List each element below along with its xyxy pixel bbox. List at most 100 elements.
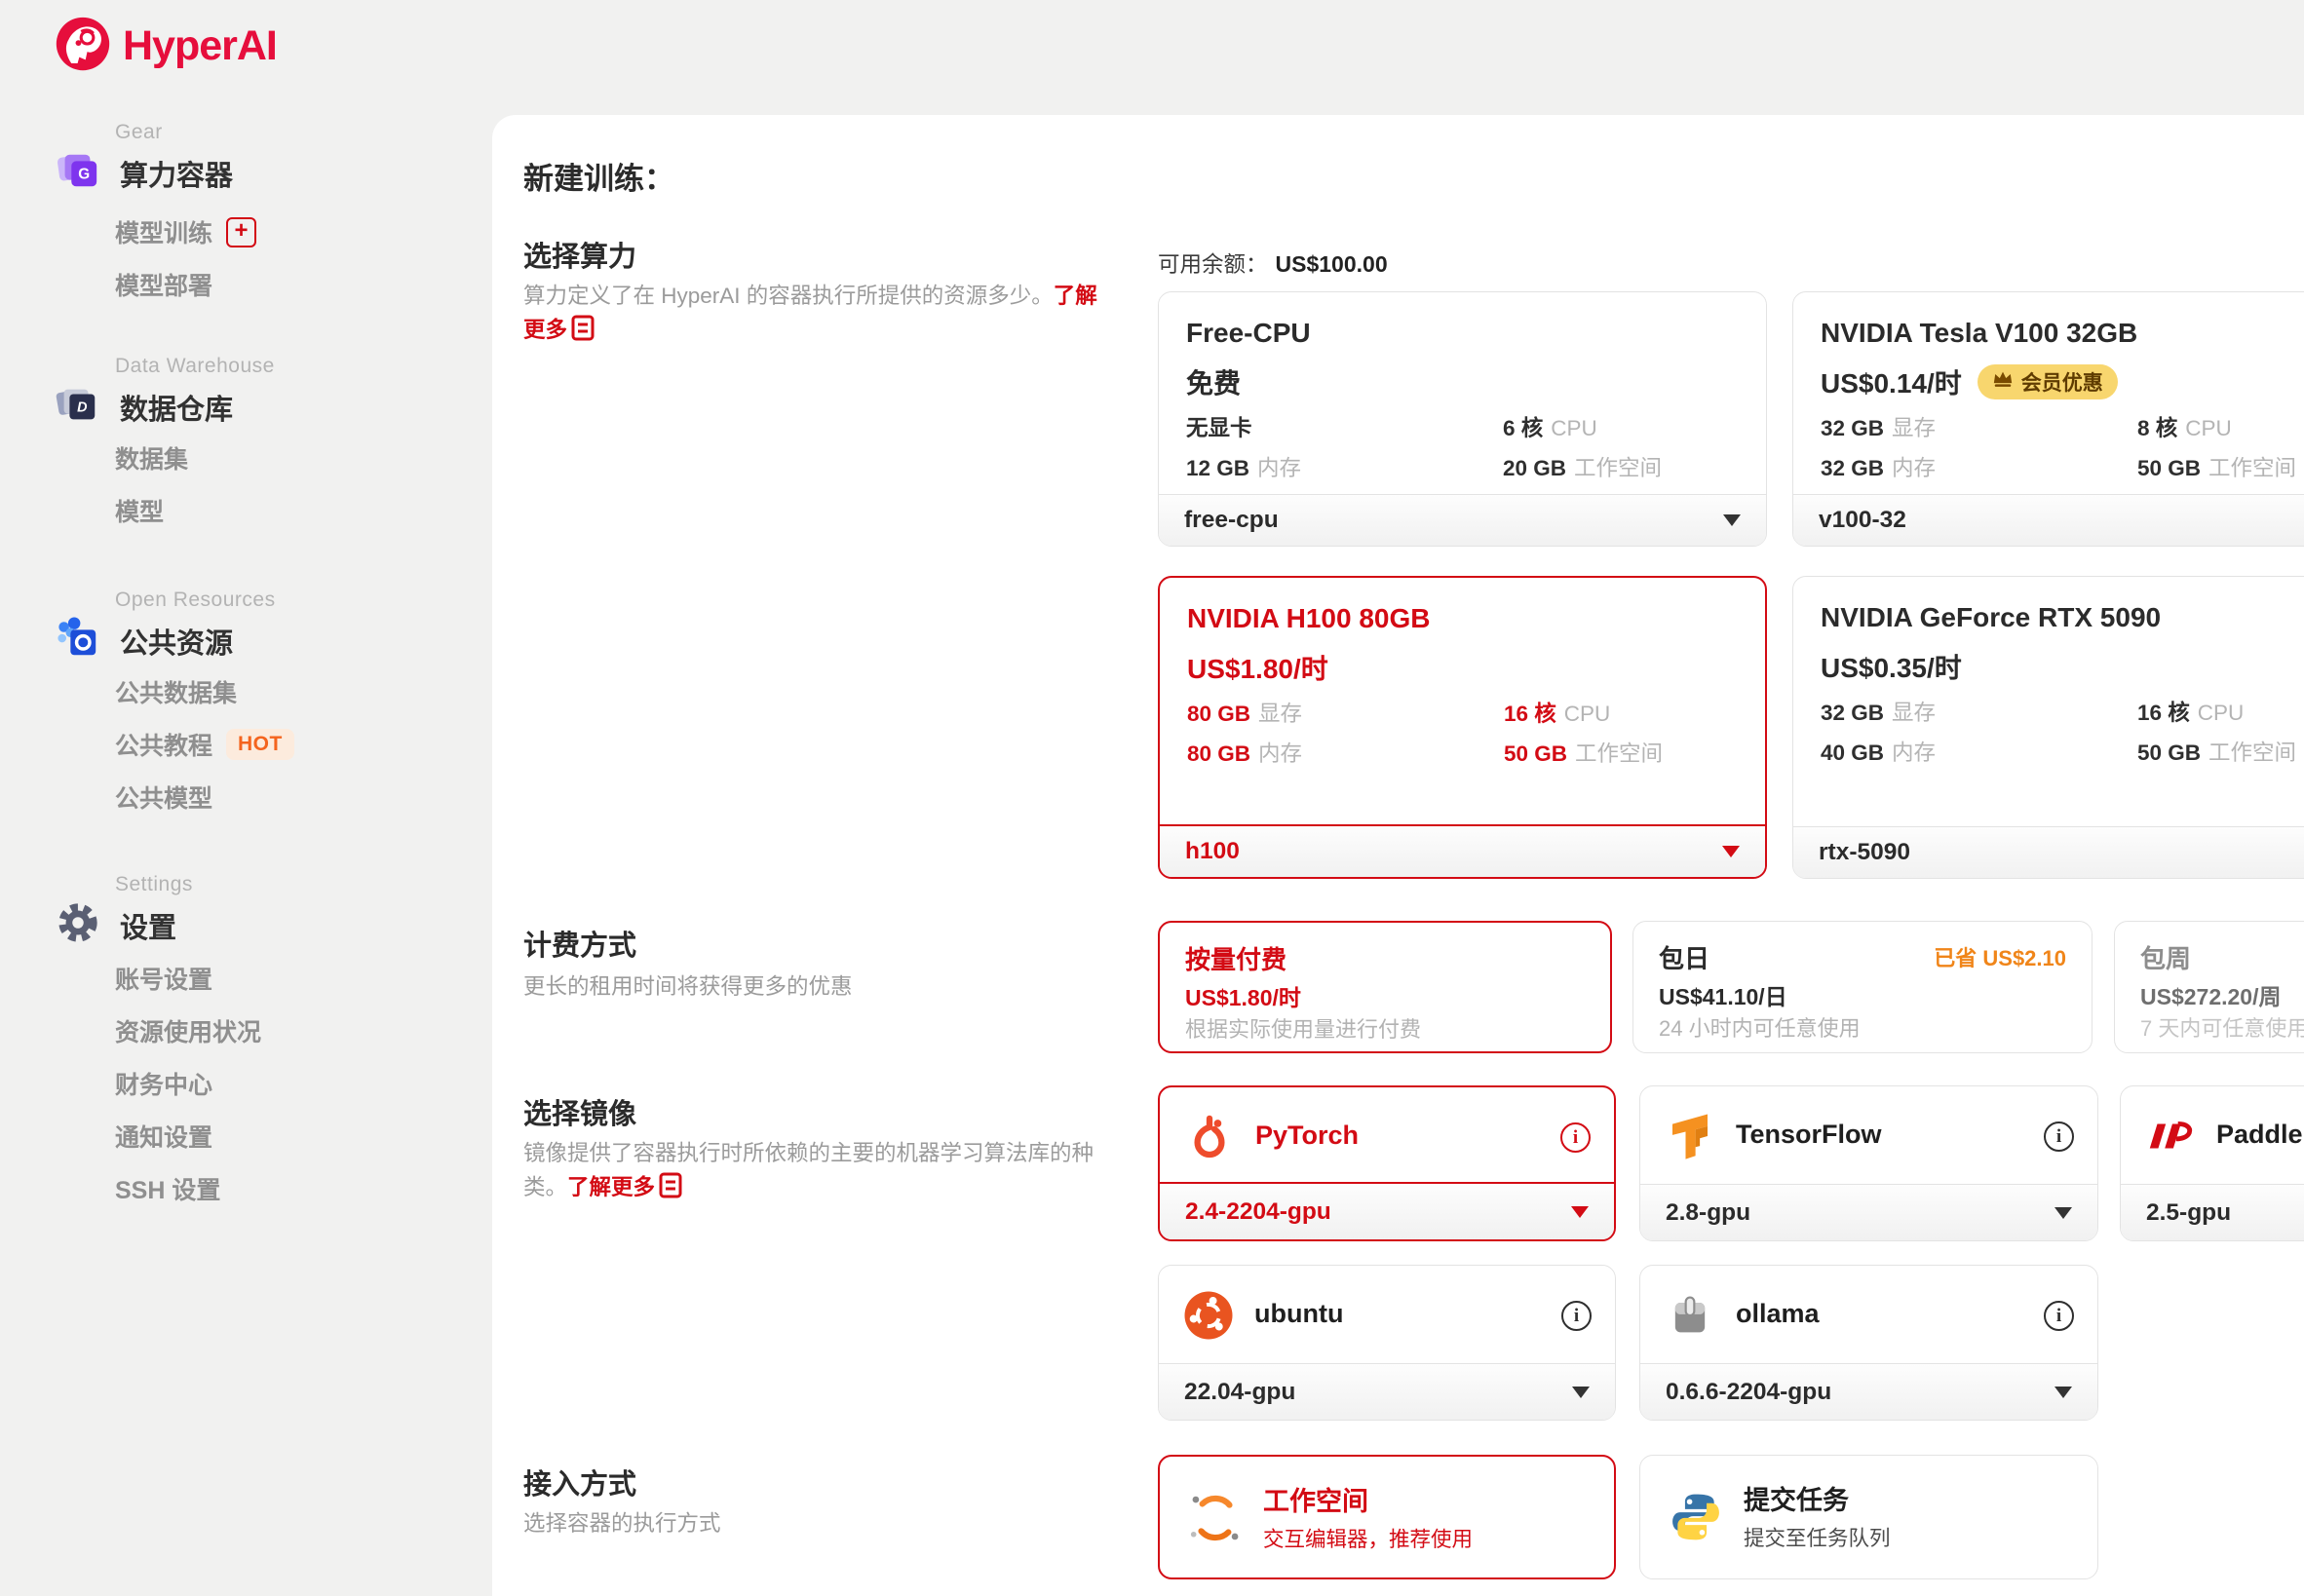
ollama-icon <box>1662 1287 1718 1344</box>
sidebar-item-public-resources[interactable]: 公共资源 <box>56 616 233 665</box>
member-badge-label: 会员优惠 <box>2021 367 2103 397</box>
billing-card-weekly-disabled[interactable]: 包周 US$272.20/周 7 天内可任意使用 <box>2114 921 2304 1053</box>
compute-container-icon: G <box>56 148 100 198</box>
billing-name: 按量付费 <box>1185 940 1286 976</box>
sidebar-item-account-settings[interactable]: 账号设置 <box>115 961 212 996</box>
gpu-name: Free-CPU <box>1186 318 1311 349</box>
sidebar-subitem-label: SSH 设置 <box>115 1171 220 1206</box>
spec-value: 80 GB <box>1187 702 1250 726</box>
paddle-icon <box>2142 1108 2199 1164</box>
sidebar-subitem-label: 资源使用状况 <box>115 1013 261 1048</box>
billing-card-pay-as-you-go-selected[interactable]: 按量付费 US$1.80/时 根据实际使用量进行付费 <box>1158 921 1612 1053</box>
spec-value: 50 GB <box>1504 741 1567 766</box>
sidebar-item-model-deploy[interactable]: 模型部署 <box>115 267 212 302</box>
image-card-ubuntu[interactable]: ubuntu 22.04-gpu <box>1158 1265 1616 1421</box>
member-discount-badge: 会员优惠 <box>1978 364 2118 399</box>
gpu-card-rtx-5090[interactable]: NVIDIA GeForce RTX 5090 US$0.35/时 32 GB 显… <box>1792 576 2304 879</box>
gpu-plan-dropdown[interactable]: rtx-5090 <box>1793 826 2304 878</box>
gpu-plan-dropdown[interactable]: v100-32 <box>1793 494 2304 546</box>
gpu-card-h100-selected[interactable]: NVIDIA H100 80GB US$1.80/时 80 GB显存 16 核C… <box>1158 576 1767 879</box>
gpu-price: US$1.80/时 <box>1187 648 1328 687</box>
billing-name: 包周 <box>2140 939 2191 975</box>
billing-desc: 根据实际使用量进行付费 <box>1185 1012 1421 1044</box>
sidebar-item-public-tutorials[interactable]: 公共教程 HOT <box>115 727 294 762</box>
spec-value: 12 GB <box>1186 456 1249 480</box>
image-version-dropdown[interactable]: 0.6.6-2204-gpu <box>1640 1363 2097 1420</box>
info-icon[interactable] <box>2044 1121 2074 1152</box>
image-name: ubuntu <box>1254 1299 1343 1329</box>
image-card-ollama[interactable]: ollama 0.6.6-2204-gpu <box>1639 1265 2098 1421</box>
sidebar-item-ssh-settings[interactable]: SSH 设置 <box>115 1171 220 1206</box>
spec-value: 32 GB <box>1821 701 1884 725</box>
chevron-down-icon <box>1572 1387 1590 1398</box>
image-version-dropdown[interactable]: 22.04-gpu <box>1159 1363 1615 1420</box>
sidebar-item-settings[interactable]: 设置 <box>56 900 176 950</box>
access-card-workspace-selected[interactable]: 工作空间 交互编辑器，推荐使用 <box>1158 1455 1616 1579</box>
gpu-plan-dropdown[interactable]: free-cpu <box>1159 494 1766 546</box>
data-warehouse-icon: D <box>56 382 100 432</box>
image-version-dropdown[interactable]: 2.4-2204-gpu <box>1160 1182 1614 1239</box>
spec-value: 无显卡 <box>1186 416 1252 440</box>
sidebar-item-notification-settings[interactable]: 通知设置 <box>115 1119 212 1154</box>
spec-value: 16 核 <box>2137 701 2190 725</box>
docs-book-icon[interactable] <box>659 1172 682 1208</box>
image-version-dropdown[interactable]: 2.8-gpu <box>1640 1184 2097 1240</box>
docs-book-icon[interactable] <box>571 315 595 351</box>
balance-value: US$100.00 <box>1276 251 1388 277</box>
spec-unit: 内存 <box>1258 741 1302 766</box>
sidebar: HyperAI Gear G 算力容器 模型训练 模型部署 Data Wareh… <box>0 0 492 1596</box>
tensorflow-icon <box>1662 1108 1718 1164</box>
sidebar-subitem-label: 财务中心 <box>115 1066 212 1101</box>
info-icon[interactable] <box>1560 1122 1591 1153</box>
gpu-price: US$0.35/时 <box>1821 647 1962 686</box>
gpu-card-free-cpu[interactable]: Free-CPU 免费 无显卡 6 核CPU 12 GB内存 20 GB工作空间… <box>1158 291 1767 547</box>
image-learn-more-link[interactable]: 了解更多 <box>567 1175 655 1199</box>
sidebar-item-public-models[interactable]: 公共模型 <box>115 779 212 815</box>
hot-badge: HOT <box>226 729 294 760</box>
sidebar-item-label: 公共资源 <box>120 621 233 662</box>
image-version-dropdown[interactable]: 2.5-gpu <box>2121 1184 2304 1240</box>
savings-badge: 已省 US$2.10 <box>1934 941 2066 972</box>
spec-value: 6 核 <box>1503 416 1543 440</box>
gpu-specs: 80 GB显存 16 核CPU 80 GB内存 50 GB工作空间 <box>1187 697 1746 768</box>
spec-unit: 显存 <box>1892 701 1936 725</box>
info-icon[interactable] <box>2044 1301 2074 1331</box>
spec-value: 16 核 <box>1504 702 1556 726</box>
image-name: PyTorch <box>1255 1121 1359 1151</box>
page-title: 新建训练： <box>523 154 674 198</box>
access-desc: 交互编辑器，推荐使用 <box>1263 1523 1473 1553</box>
access-desc: 提交至任务队列 <box>1744 1522 1891 1552</box>
chevron-down-icon <box>2054 1387 2072 1398</box>
info-icon[interactable] <box>1561 1301 1592 1331</box>
sidebar-item-finance-center[interactable]: 财务中心 <box>115 1066 212 1101</box>
spec-value: 50 GB <box>2137 456 2201 480</box>
sidebar-section-label-gear: Gear <box>115 121 163 144</box>
image-card-paddle[interactable]: Paddle 2.5-gpu <box>2120 1085 2304 1241</box>
spec-unit: 显存 <box>1258 702 1302 726</box>
access-card-submit-task[interactable]: 提交任务 提交至任务队列 <box>1639 1455 2098 1579</box>
sidebar-item-compute-container[interactable]: G 算力容器 <box>56 148 233 198</box>
svg-text:D: D <box>77 400 87 416</box>
billing-card-daily[interactable]: 包日 已省 US$2.10 US$41.10/日 24 小时内可任意使用 <box>1632 921 2093 1053</box>
chevron-down-icon <box>1722 846 1740 857</box>
gpu-name: NVIDIA GeForce RTX 5090 <box>1821 602 2161 633</box>
dropdown-value: 0.6.6-2204-gpu <box>1666 1379 1831 1406</box>
sidebar-item-data-warehouse[interactable]: D 数据仓库 <box>56 382 233 432</box>
sidebar-item-resource-usage[interactable]: 资源使用状况 <box>115 1013 261 1048</box>
image-card-pytorch-selected[interactable]: PyTorch 2.4-2204-gpu <box>1158 1085 1616 1241</box>
spec-unit: CPU <box>1564 702 1611 726</box>
brand-logo[interactable]: HyperAI <box>55 16 277 77</box>
spec-unit: CPU <box>2185 416 2232 440</box>
add-training-icon[interactable] <box>226 217 256 247</box>
image-card-tensorflow[interactable]: TensorFlow 2.8-gpu <box>1639 1085 2098 1241</box>
sidebar-item-model-training[interactable]: 模型训练 <box>115 214 256 249</box>
sidebar-item-datasets[interactable]: 数据集 <box>115 440 188 475</box>
dropdown-value: rtx-5090 <box>1819 839 1910 866</box>
workspace-icon <box>1185 1488 1246 1548</box>
access-section-title: 接入方式 <box>523 1462 636 1502</box>
gpu-card-v100[interactable]: NVIDIA Tesla V100 32GB US$0.14/时 会员优惠 32… <box>1792 291 2304 547</box>
spec-value: 40 GB <box>1821 741 1884 765</box>
gpu-plan-dropdown[interactable]: h100 <box>1160 824 1765 877</box>
sidebar-item-public-datasets[interactable]: 公共数据集 <box>115 674 237 709</box>
sidebar-item-models[interactable]: 模型 <box>115 493 164 528</box>
